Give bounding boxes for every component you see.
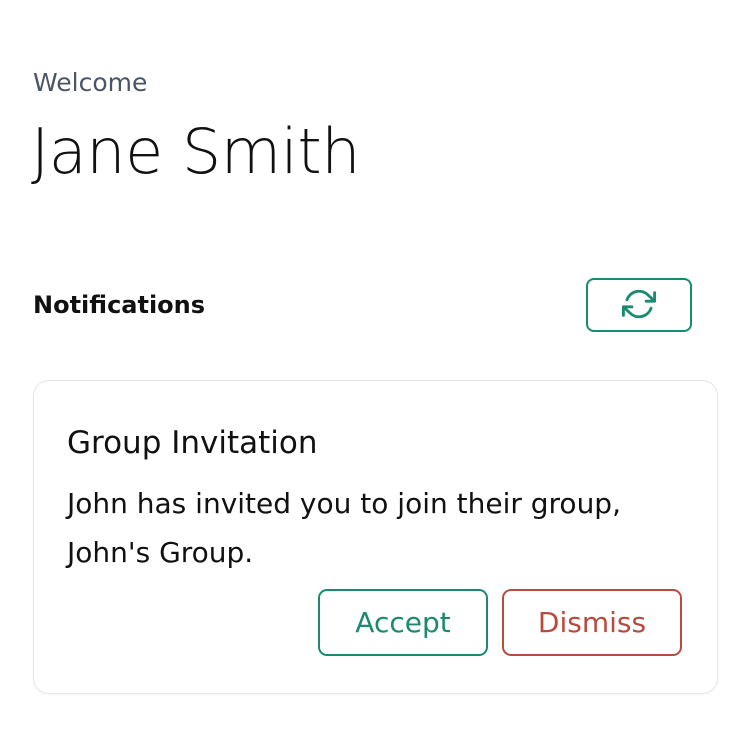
refresh-icon <box>622 287 656 324</box>
notifications-title: Notifications <box>33 291 206 319</box>
notification-title: Group Invitation <box>67 425 318 461</box>
notification-card: Group Invitation John has invited you to… <box>33 380 718 694</box>
refresh-button[interactable] <box>586 278 692 332</box>
notification-message: John has invited you to join their group… <box>67 487 621 569</box>
dismiss-button[interactable]: Dismiss <box>502 589 682 656</box>
user-name: Jane Smith <box>31 115 361 188</box>
welcome-label: Welcome <box>33 68 148 97</box>
accept-button[interactable]: Accept <box>318 589 488 656</box>
